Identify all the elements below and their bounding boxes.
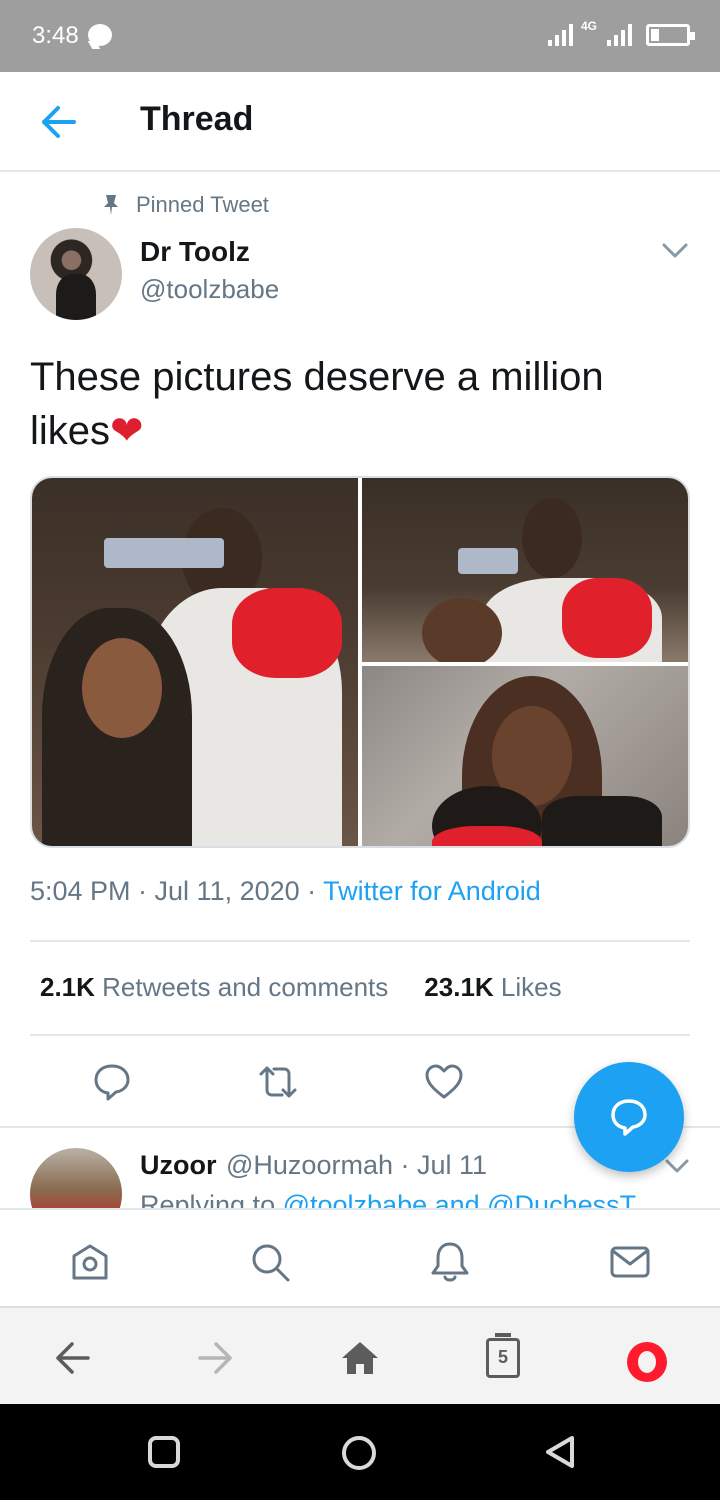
browser-toolbar: 5 bbox=[0, 1306, 720, 1404]
signal-icon-2 bbox=[607, 20, 632, 46]
divider bbox=[30, 940, 690, 942]
reply-handle-date: @Huzoormah · Jul 11 bbox=[226, 1150, 488, 1180]
likes-stat[interactable]: 23.1K Likes bbox=[424, 972, 561, 1003]
like-heart-icon[interactable] bbox=[424, 1062, 464, 1102]
retweets-count: 2.1K bbox=[40, 972, 95, 1002]
tweet-options-chevron-icon[interactable] bbox=[660, 238, 690, 262]
status-time: 3:48 bbox=[32, 22, 79, 49]
retweet-icon[interactable] bbox=[258, 1062, 298, 1102]
retweets-label: Retweets and comments bbox=[102, 972, 389, 1002]
pinned-text: Pinned Tweet bbox=[136, 192, 269, 217]
browser-home-icon[interactable] bbox=[340, 1338, 380, 1378]
messages-envelope-icon[interactable] bbox=[608, 1240, 652, 1284]
compose-reply-button[interactable] bbox=[574, 1062, 684, 1172]
replying-to-handles[interactable]: @toolzbabe and @DuchessT bbox=[283, 1190, 637, 1208]
twitter-bottom-nav bbox=[0, 1208, 720, 1306]
home-circle-icon[interactable] bbox=[340, 1434, 378, 1472]
author-name[interactable]: Dr Toolz bbox=[140, 236, 250, 268]
tweet-text: These pictures deserve a million likes❤ bbox=[30, 350, 670, 458]
home-icon[interactable] bbox=[68, 1240, 112, 1284]
chat-notification-icon bbox=[88, 24, 112, 46]
divider bbox=[30, 1034, 690, 1036]
reply-avatar[interactable] bbox=[30, 1148, 122, 1208]
tweet-timestamp: 5:04 PM · Jul 11, 2020 · bbox=[30, 876, 324, 906]
tweet-photo-1[interactable] bbox=[32, 478, 358, 846]
notifications-bell-icon[interactable] bbox=[428, 1240, 472, 1284]
reply-icon[interactable] bbox=[92, 1062, 132, 1102]
replying-to: Replying to @toolzbabe and @DuchessT bbox=[140, 1190, 636, 1208]
signal-icon bbox=[547, 20, 573, 46]
thread-header: Thread bbox=[0, 72, 720, 172]
author-handle[interactable]: @toolzbabe bbox=[140, 274, 279, 305]
reply-options-chevron-icon[interactable] bbox=[664, 1156, 690, 1176]
back-triangle-icon[interactable] bbox=[542, 1434, 578, 1470]
tweet-media-grid bbox=[30, 476, 690, 848]
pin-icon bbox=[104, 195, 118, 215]
likes-label: Likes bbox=[500, 972, 562, 1002]
author-avatar[interactable] bbox=[30, 228, 122, 320]
tweet-photo-2[interactable] bbox=[362, 478, 688, 662]
compose-reply-icon bbox=[611, 1099, 647, 1136]
tweet-photo-3[interactable] bbox=[362, 666, 688, 846]
browser-back-icon[interactable] bbox=[52, 1338, 92, 1378]
opera-menu-icon[interactable] bbox=[627, 1342, 667, 1382]
battery-icon bbox=[646, 24, 695, 46]
back-arrow-icon[interactable] bbox=[36, 102, 80, 142]
reply-author-name[interactable]: Uzoor bbox=[140, 1150, 217, 1181]
pinned-label: Pinned Tweet bbox=[100, 192, 269, 218]
browser-tabs-button[interactable]: 5 bbox=[486, 1333, 520, 1378]
tweet-stats: 2.1K Retweets and comments 23.1K Likes bbox=[40, 972, 562, 1003]
tweet-source-link[interactable]: Twitter for Android bbox=[323, 876, 541, 906]
network-type: 4G bbox=[580, 19, 597, 33]
status-indicators: 4G bbox=[547, 19, 695, 46]
tweet-meta: 5:04 PM · Jul 11, 2020 · Twitter for And… bbox=[30, 876, 541, 907]
search-icon[interactable] bbox=[248, 1240, 292, 1284]
retweets-stat[interactable]: 2.1K Retweets and comments bbox=[40, 972, 388, 1003]
replying-prefix: Replying to bbox=[140, 1190, 283, 1208]
status-bar: 3:48 4G bbox=[0, 0, 720, 72]
red-heart-emoji: ❤ bbox=[110, 409, 144, 453]
page-title: Thread bbox=[140, 100, 254, 138]
android-nav-bar bbox=[0, 1404, 720, 1500]
likes-count: 23.1K bbox=[424, 972, 494, 1002]
browser-forward-icon[interactable] bbox=[196, 1338, 236, 1378]
recents-square-icon[interactable] bbox=[146, 1434, 182, 1470]
